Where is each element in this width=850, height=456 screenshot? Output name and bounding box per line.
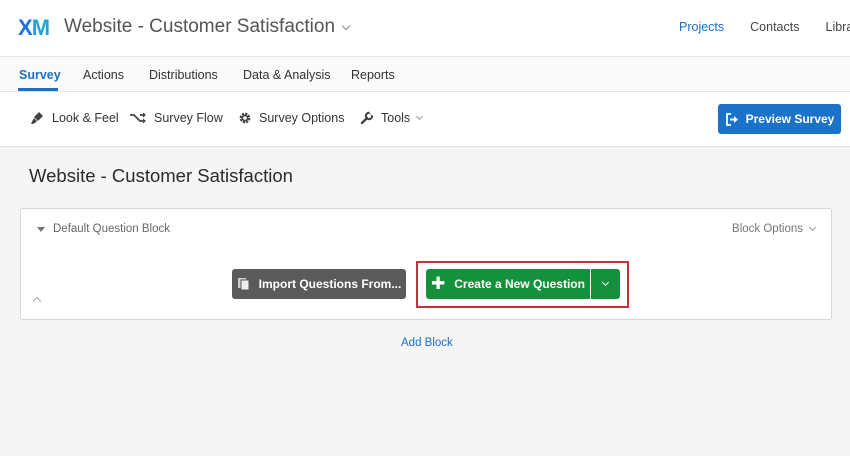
tabs-bar: Survey Actions Distributions Data & Anal…	[0, 57, 850, 92]
preview-icon	[725, 112, 738, 126]
project-title-dropdown[interactable]: Website - Customer Satisfaction	[64, 16, 351, 38]
tools-dropdown[interactable]: Tools	[360, 111, 424, 125]
add-block-link[interactable]: Add Block	[401, 337, 453, 349]
tab-distributions[interactable]: Distributions	[149, 68, 218, 82]
create-new-question-label: Create a New Question	[454, 277, 585, 291]
create-question-dropdown-toggle[interactable]	[591, 269, 620, 299]
nav-projects[interactable]: Projects	[679, 20, 724, 34]
copy-icon	[237, 278, 250, 291]
active-tab-indicator	[18, 88, 58, 91]
chevron-up-icon[interactable]	[32, 296, 42, 306]
look-feel-button[interactable]: Look & Feel	[30, 111, 119, 125]
wrench-icon	[360, 111, 374, 125]
tab-reports[interactable]: Reports	[351, 68, 395, 82]
xm-logo[interactable]: XM	[18, 15, 50, 41]
tools-label: Tools	[381, 111, 411, 125]
plus-icon: ✚	[431, 273, 446, 293]
preview-survey-label: Preview Survey	[745, 112, 835, 126]
survey-options-button[interactable]: Survey Options	[238, 111, 344, 125]
tab-data-analysis[interactable]: Data & Analysis	[243, 68, 331, 82]
import-questions-button[interactable]: Import Questions From...	[232, 269, 406, 299]
survey-flow-label: Survey Flow	[154, 111, 223, 125]
paintbrush-icon	[31, 112, 43, 124]
top-nav: Projects Contacts Library	[679, 20, 850, 34]
tab-survey[interactable]: Survey	[19, 68, 61, 82]
chevron-down-icon	[808, 223, 817, 232]
survey-title: Website - Customer Satisfaction	[29, 165, 293, 186]
survey-flow-button[interactable]: Survey Flow	[129, 111, 223, 125]
nav-contacts[interactable]: Contacts	[750, 20, 799, 34]
block-name: Default Question Block	[53, 223, 170, 235]
preview-survey-button[interactable]: Preview Survey	[718, 104, 841, 134]
gear-icon	[239, 112, 251, 124]
import-questions-label: Import Questions From...	[258, 277, 402, 291]
survey-options-label: Survey Options	[259, 111, 345, 125]
block-options-label: Block Options	[732, 223, 803, 235]
create-new-question-button[interactable]: ✚ Create a New Question	[426, 269, 590, 299]
project-title: Website - Customer Satisfaction	[64, 16, 336, 37]
chevron-down-icon	[416, 112, 424, 121]
top-bar: XM Website - Customer Satisfaction Proje…	[0, 0, 850, 57]
block-header[interactable]: Default Question Block	[37, 223, 170, 235]
nav-library[interactable]: Library	[826, 20, 850, 34]
tab-actions[interactable]: Actions	[83, 68, 124, 82]
chevron-down-icon	[341, 21, 351, 30]
survey-flow-icon	[130, 112, 146, 124]
chevron-down-icon	[601, 278, 610, 287]
block-options-dropdown[interactable]: Block Options	[732, 223, 817, 235]
collapse-triangle-icon	[37, 226, 45, 232]
look-feel-label: Look & Feel	[52, 111, 119, 125]
